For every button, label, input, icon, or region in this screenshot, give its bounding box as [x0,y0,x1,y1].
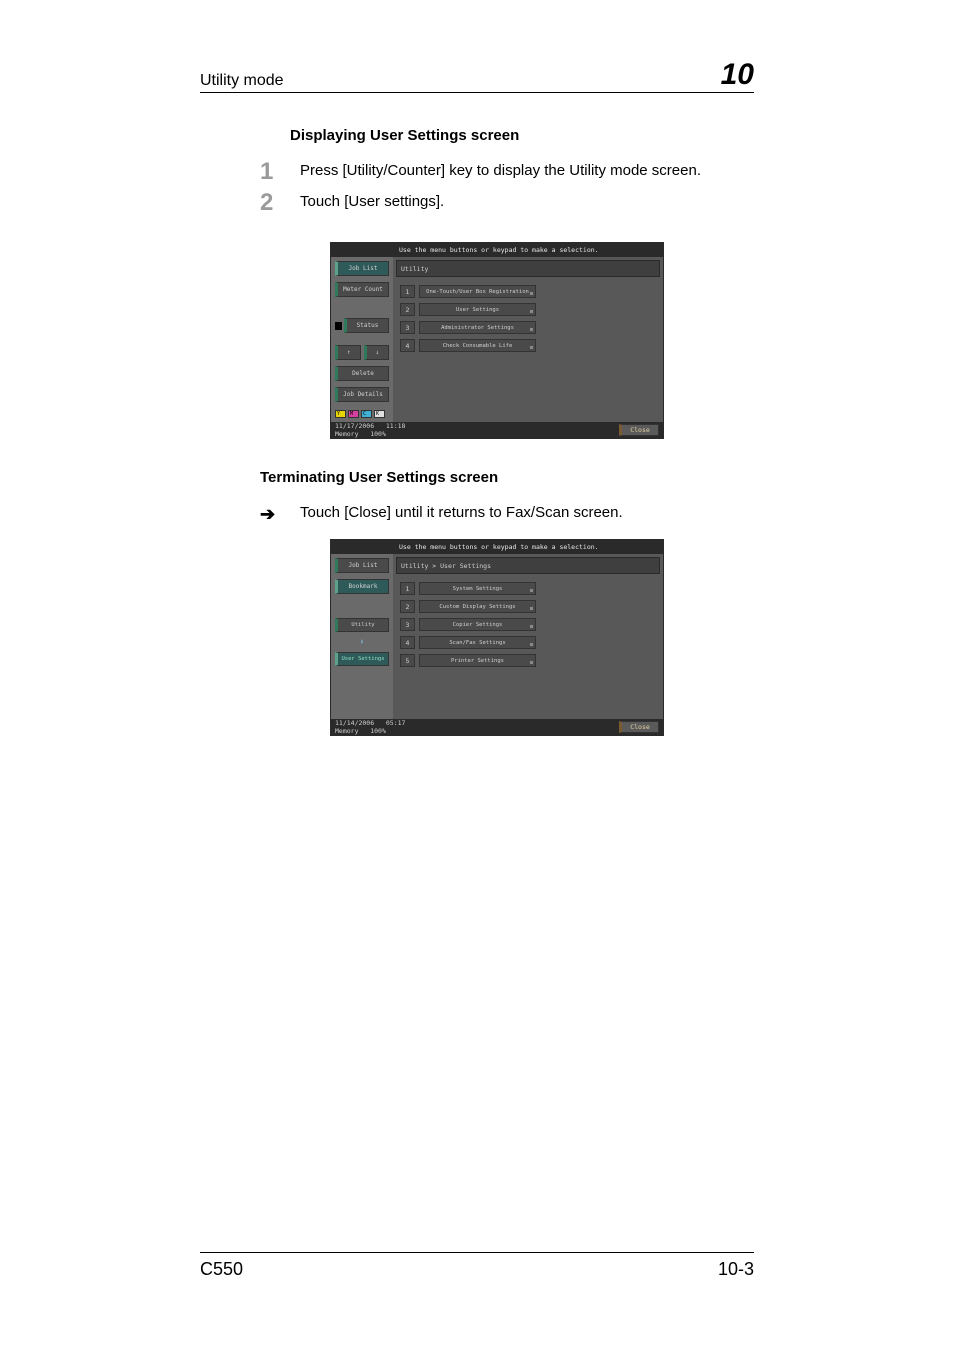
screen-instruction: Use the menu buttons or keypad to make a… [331,243,663,257]
page-header: Utility mode 10 [200,60,754,93]
screen-instruction: Use the menu buttons or keypad to make a… [331,540,663,554]
page-footer: C550 10-3 [200,1252,754,1280]
screenshot-utility: Use the menu buttons or keypad to make a… [330,242,754,439]
footer-status: 11/14/2006 05:17 Memory 100% [335,719,405,735]
meter-count-button[interactable]: Meter Count [335,282,389,297]
menu-admin-settings[interactable]: Administrator Settings [419,321,536,334]
screenshot-user-settings: Use the menu buttons or keypad to make a… [330,539,754,736]
instruction-text: Touch [Close] until it returns to Fax/Sc… [300,504,623,521]
menu-num: 4 [400,339,415,352]
scroll-up-button[interactable]: ↑ [335,345,361,360]
menu-check-consumable[interactable]: Check Consumable Life [419,339,536,352]
menu-num: 1 [400,285,415,298]
toner-levels: Y M C K [335,410,389,418]
job-list-button[interactable]: Job List [335,558,389,573]
footer-model: C550 [200,1259,243,1280]
menu-num: 5 [400,654,415,667]
menu-num: 4 [400,636,415,649]
chevron-down-icon: ⬇ [335,638,389,646]
close-button[interactable]: Close [619,721,659,733]
menu-custom-display[interactable]: Custom Display Settings [419,600,536,613]
section-heading-display: Displaying User Settings screen [290,127,754,144]
footer-page: 10-3 [718,1259,754,1280]
header-title: Utility mode [200,72,284,90]
steps-list: Press [Utility/Counter] key to display t… [260,162,754,224]
chapter-number: 10 [721,60,754,90]
crumb-user-settings-button[interactable]: User Settings [335,652,389,666]
toner-c-icon: C [361,410,372,418]
status-button[interactable]: Status [344,318,389,333]
menu-scanfax-settings[interactable]: Scan/Fax Settings [419,636,536,649]
job-details-button[interactable]: Job Details [335,387,389,402]
delete-button[interactable]: Delete [335,366,389,381]
menu-copier-settings[interactable]: Copier Settings [419,618,536,631]
menu-num: 3 [400,321,415,334]
menu-system-settings[interactable]: System Settings [419,582,536,595]
menu-num: 1 [400,582,415,595]
menu-list: 1 One-Touch/User Box Registration 2 User S… [396,279,660,422]
menu-user-settings[interactable]: User Settings [419,303,536,316]
scroll-down-button[interactable]: ↓ [364,345,390,360]
menu-list: 1 System Settings 2 Custom Display Setting… [396,576,660,719]
bookmark-button[interactable]: Bookmark [335,579,389,594]
menu-one-touch[interactable]: One-Touch/User Box Registration [419,285,536,298]
menu-num: 2 [400,600,415,613]
toner-k-icon: K [374,410,385,418]
toner-y-icon: Y [335,410,346,418]
job-list-button[interactable]: Job List [335,261,389,276]
instruction-row: ➔ Touch [Close] until it returns to Fax/… [260,504,754,525]
crumb-utility-button[interactable]: Utility [335,618,389,632]
arrow-icon: ➔ [260,504,300,525]
section-heading-terminate: Terminating User Settings screen [260,469,754,486]
status-indicator: Status [335,318,389,333]
toner-m-icon: M [348,410,359,418]
menu-printer-settings[interactable]: Printer Settings [419,654,536,667]
close-button[interactable]: Close [619,424,659,436]
menu-num: 3 [400,618,415,631]
breadcrumb: Utility > User Settings [396,557,660,574]
step-1: Press [Utility/Counter] key to display t… [260,162,754,193]
footer-status: 11/17/2006 11:18 Memory 100% [335,422,405,438]
step-2: Touch [User settings]. [260,193,754,224]
menu-num: 2 [400,303,415,316]
breadcrumb: Utility [396,260,660,277]
